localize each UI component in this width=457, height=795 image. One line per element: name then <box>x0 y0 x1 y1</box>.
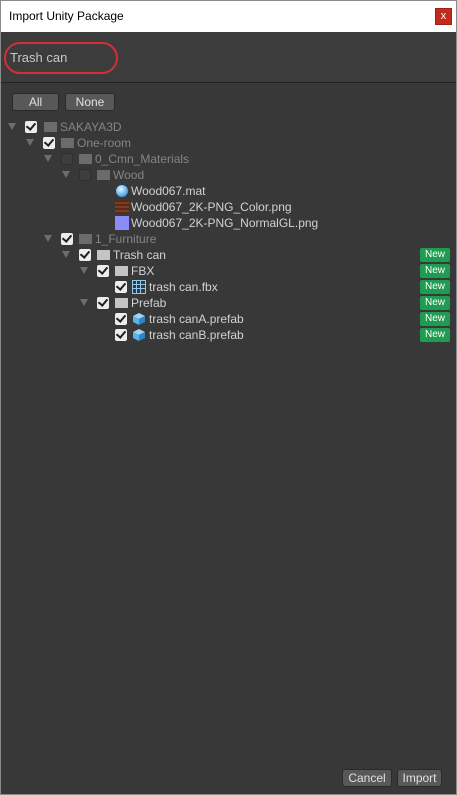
checkbox[interactable] <box>61 153 73 165</box>
tree-row[interactable]: Trash can New <box>1 247 456 263</box>
tree-item-label: SAKAYA3D <box>60 120 122 134</box>
folder-icon <box>115 298 128 308</box>
expand-arrow-icon[interactable] <box>26 139 34 146</box>
material-icon <box>115 184 129 198</box>
wood-texture-icon <box>115 200 129 214</box>
tree-row[interactable]: trash canA.prefab New <box>1 311 456 327</box>
tree-row[interactable]: Wood067_2K-PNG_NormalGL.png <box>1 215 456 231</box>
tree-item-label: trash can.fbx <box>149 280 218 294</box>
tree-item-label: 0_Cmn_Materials <box>95 152 190 166</box>
tree-item-label: FBX <box>131 264 155 278</box>
checkbox[interactable] <box>97 297 109 309</box>
select-none-button[interactable]: None <box>65 93 115 111</box>
new-badge: New <box>420 280 450 294</box>
folder-icon <box>97 170 110 180</box>
tree-item-label: 1_Furniture <box>95 232 157 246</box>
expand-arrow-icon[interactable] <box>62 171 70 178</box>
tree-row[interactable]: One-room <box>1 135 456 151</box>
checkbox[interactable] <box>115 313 127 325</box>
folder-icon <box>44 122 57 132</box>
folder-icon <box>79 234 92 244</box>
tree-row[interactable]: Wood067.mat <box>1 183 456 199</box>
expand-arrow-icon[interactable] <box>80 299 88 306</box>
tree-row[interactable]: SAKAYA3D <box>1 119 456 135</box>
tree-row[interactable]: trash canB.prefab New <box>1 327 456 343</box>
annotation-highlight-ring <box>4 42 118 74</box>
package-header: Trash can <box>1 32 456 83</box>
checkbox[interactable] <box>61 233 73 245</box>
checkbox[interactable] <box>115 281 127 293</box>
checkbox[interactable] <box>43 137 55 149</box>
new-badge: New <box>420 248 450 262</box>
new-badge: New <box>420 312 450 326</box>
tree-row[interactable]: trash can.fbx New <box>1 279 456 295</box>
tree-item-label: trash canB.prefab <box>149 328 244 342</box>
title-bar[interactable]: Import Unity Package x <box>1 1 456 32</box>
expand-arrow-icon[interactable] <box>8 123 16 130</box>
tree-item-label: Wood <box>113 168 145 182</box>
tree-row[interactable]: Prefab New <box>1 295 456 311</box>
new-badge: New <box>420 264 450 278</box>
expand-arrow-icon[interactable] <box>62 251 70 258</box>
folder-icon <box>61 138 74 148</box>
checkbox[interactable] <box>79 249 91 261</box>
checkbox[interactable] <box>115 329 127 341</box>
checkbox[interactable] <box>79 169 91 181</box>
close-button[interactable]: x <box>435 8 452 25</box>
selection-toolbar: All None <box>1 83 456 119</box>
checkbox[interactable] <box>25 121 37 133</box>
new-badge: New <box>420 328 450 342</box>
package-tree: SAKAYA3D One-room 0_Cmn_Materials Wood W… <box>1 118 456 758</box>
tree-item-label: trash canA.prefab <box>149 312 244 326</box>
new-badge: New <box>420 296 450 310</box>
tree-item-label: Wood067_2K-PNG_NormalGL.png <box>131 216 319 230</box>
prefab-cube-icon <box>133 313 145 325</box>
cancel-button[interactable]: Cancel <box>342 769 392 787</box>
expand-arrow-icon[interactable] <box>44 155 52 162</box>
import-button[interactable]: Import <box>397 769 442 787</box>
tree-item-label: Wood067_2K-PNG_Color.png <box>131 200 292 214</box>
window-title: Import Unity Package <box>9 9 124 23</box>
normal-map-texture-icon <box>115 216 129 230</box>
tree-row[interactable]: 1_Furniture <box>1 231 456 247</box>
tree-row[interactable]: 0_Cmn_Materials <box>1 151 456 167</box>
folder-icon <box>79 154 92 164</box>
tree-row[interactable]: FBX New <box>1 263 456 279</box>
tree-item-label: One-room <box>77 136 132 150</box>
dialog-footer: Cancel Import <box>1 758 456 794</box>
mesh-grid-icon <box>132 280 146 294</box>
expand-arrow-icon[interactable] <box>80 267 88 274</box>
select-all-button[interactable]: All <box>12 93 59 111</box>
expand-arrow-icon[interactable] <box>44 235 52 242</box>
tree-item-label: Prefab <box>131 296 167 310</box>
tree-item-label: Trash can <box>113 248 166 262</box>
prefab-cube-icon <box>133 329 145 341</box>
import-package-dialog: Import Unity Package x Trash can All Non… <box>0 0 457 795</box>
tree-row[interactable]: Wood067_2K-PNG_Color.png <box>1 199 456 215</box>
tree-item-label: Wood067.mat <box>131 184 206 198</box>
folder-icon <box>97 250 110 260</box>
tree-row[interactable]: Wood <box>1 167 456 183</box>
checkbox[interactable] <box>97 265 109 277</box>
folder-icon <box>115 266 128 276</box>
